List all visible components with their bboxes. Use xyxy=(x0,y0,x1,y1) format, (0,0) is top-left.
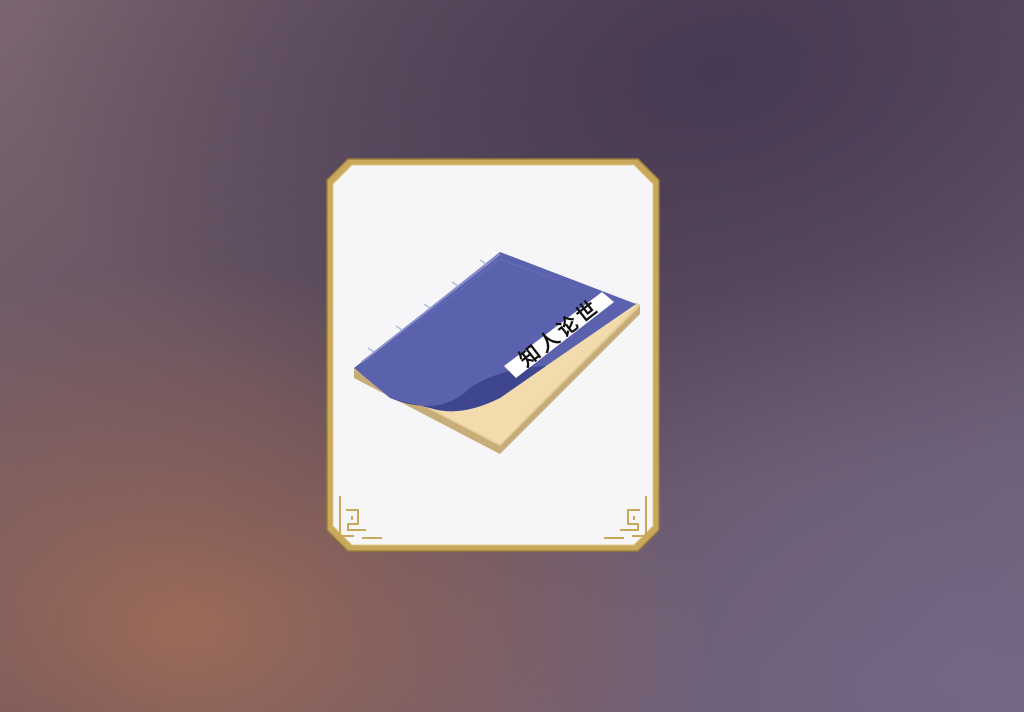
book-icon: 知人论世 xyxy=(354,252,640,454)
